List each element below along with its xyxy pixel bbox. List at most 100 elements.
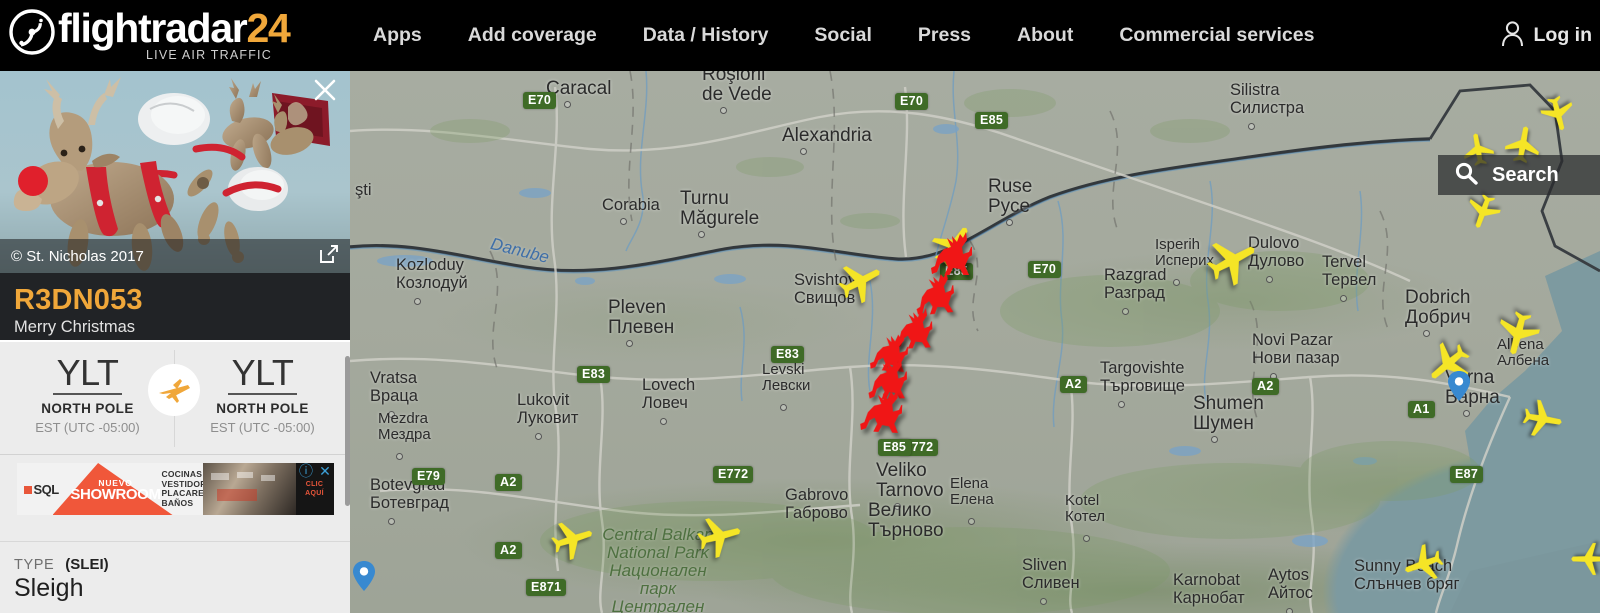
city-name-latin: Novi Pazar: [1252, 331, 1333, 349]
nav-item-about[interactable]: About: [994, 0, 1096, 71]
santa-sleigh-marker[interactable]: [930, 231, 972, 275]
city-dot: [388, 518, 395, 525]
city-name-cyrillic: de Vede: [702, 84, 772, 105]
city-label: Aytos Айтос: [1268, 566, 1313, 602]
city-dot: [1083, 535, 1090, 542]
aircraft-type-block: TYPE (SLEI) Sleigh: [0, 541, 350, 603]
login-button[interactable]: Log in: [1500, 0, 1600, 71]
city-name-cyrillic: Айтос: [1268, 584, 1314, 602]
search-input[interactable]: Search: [1438, 155, 1600, 195]
map-canvas[interactable]: şti Caracal Roşiorii de Vede Alexandria Corab…: [350, 71, 1600, 613]
aircraft-photo[interactable]: © St. Nicholas 2017: [0, 71, 350, 273]
road-badge: E70: [895, 93, 929, 110]
road-badge: E79: [412, 468, 446, 485]
advertisement[interactable]: SQL NUEVO SHOWROOM COCINAS VESTIDORES PL…: [0, 455, 350, 541]
ad-headline-large: SHOWROOM: [70, 486, 161, 503]
city-name-latin: Levski: [762, 361, 805, 378]
airplane-icon: [148, 364, 200, 416]
city-label: Lovech Ловеч: [642, 376, 695, 412]
city-name-cyrillic: Нови пазар: [1252, 349, 1340, 367]
city-dot: [564, 101, 571, 108]
ad-photo: [202, 463, 296, 515]
search-icon: [1454, 161, 1478, 190]
city-label: Targovishte Търговище: [1100, 359, 1185, 395]
city-label: Silistra Силистра: [1230, 81, 1304, 117]
city-label: Ruse Русе: [988, 177, 1032, 217]
site-header: flightradar24 LIVE AIR TRAFFIC Apps Add …: [0, 0, 1600, 71]
city-name-latin: Mezdra: [378, 410, 429, 427]
city-name-latin: Vratsa: [370, 369, 418, 387]
location-pin-airport[interactable]: [353, 561, 375, 591]
destination-name: NORTH POLE: [216, 401, 309, 416]
city-dot: [1006, 219, 1013, 226]
nav-item-press[interactable]: Press: [895, 0, 994, 71]
destination-code: YLT: [227, 354, 298, 395]
city-name-cyrillic: Ловеч: [642, 394, 688, 412]
flight-header: R3DN053 Merry Christmas: [0, 273, 350, 340]
city-name-cyrillic: Сливен: [1022, 574, 1080, 592]
user-icon: [1500, 20, 1525, 52]
sidebar-scrollbar[interactable]: [345, 356, 350, 506]
site-logo[interactable]: flightradar24 LIVE AIR TRAFFIC: [0, 0, 350, 71]
close-icon[interactable]: [312, 77, 338, 103]
city-name-latin: Ruse: [988, 176, 1033, 197]
city-dot: [1266, 276, 1273, 283]
city-label: Gabrovo Габрово: [785, 486, 848, 522]
external-link-icon[interactable]: [319, 244, 339, 269]
ad-banner[interactable]: SQL NUEVO SHOWROOM COCINAS VESTIDORES PL…: [16, 463, 334, 515]
city-dot: [1248, 123, 1255, 130]
city-dot: [720, 107, 727, 114]
city-dot: [698, 231, 705, 238]
flight-subtitle: Merry Christmas: [14, 318, 136, 336]
city-dot: [1340, 295, 1347, 302]
info-icon[interactable]: ⓘ: [299, 464, 314, 479]
origin-name: NORTH POLE: [41, 401, 134, 416]
ad-cta-line2: AQUÍ: [305, 490, 324, 497]
location-pin-varna[interactable]: [1448, 371, 1470, 401]
city-name-latin: Alexandria: [782, 125, 872, 146]
city-name-latin: Turnu: [680, 188, 729, 209]
city-label: Veliko Tarnovo: [876, 461, 944, 501]
city-name-cyrillic: Търново: [868, 520, 944, 541]
aircraft-marker[interactable]: [1570, 541, 1600, 578]
city-name-cyrillic: Котел: [1065, 508, 1106, 525]
city-label: Lukovit Луковит: [517, 391, 578, 427]
aircraft-marker[interactable]: [1519, 395, 1567, 443]
city-name-latin: Aytos: [1268, 566, 1309, 584]
route-destination[interactable]: YLT NORTH POLE EST (UTC -05:00): [175, 342, 350, 454]
city-label: Razgrad Разград: [1104, 266, 1166, 302]
city-name-latin: Lukovit: [517, 391, 570, 409]
city-label: Sliven Сливен: [1022, 556, 1080, 592]
city-label: Levski Левски: [762, 362, 810, 394]
nav-item-apps[interactable]: Apps: [350, 0, 445, 71]
city-dot: [968, 518, 975, 525]
city-label: Elena Елена: [950, 476, 994, 508]
nav-item-social[interactable]: Social: [791, 0, 894, 71]
city-name-latin: Gabrovo: [785, 486, 849, 504]
city-name-latin: Pleven: [608, 297, 667, 318]
nav-item-commercial-services[interactable]: Commercial services: [1096, 0, 1337, 71]
radar-logo-icon: [8, 8, 56, 56]
city-name-cyrillic: Tarnovo: [876, 480, 944, 501]
city-name-cyrillic: Габрово: [785, 504, 848, 522]
city-name-latin: Targovishte: [1100, 359, 1185, 377]
type-value: Sleigh: [14, 574, 84, 602]
ad-cta-line1: CLIC: [305, 481, 324, 488]
nav-item-add-coverage[interactable]: Add coverage: [445, 0, 620, 71]
login-label: Log in: [1533, 24, 1592, 46]
city-label: Велико Търново: [868, 501, 944, 541]
main-nav: Apps Add coverage Data / History Social …: [350, 0, 1337, 71]
city-dot: [660, 418, 667, 425]
close-icon[interactable]: ✕: [318, 464, 333, 479]
road-badge: A2: [495, 474, 522, 491]
city-label: Alexandria: [782, 126, 872, 146]
city-name-latin: Kozloduy: [396, 256, 464, 274]
nav-item-data-history[interactable]: Data / History: [620, 0, 792, 71]
city-name-cyrillic: Плевен: [608, 317, 675, 338]
city-name-cyrillic: Луковит: [517, 409, 579, 427]
flightradar24-page: flightradar24 LIVE AIR TRAFFIC Apps Add …: [0, 0, 1600, 613]
santa-sleigh-marker[interactable]: [859, 387, 904, 434]
city-dot: [1286, 608, 1293, 613]
origin-timezone: EST (UTC -05:00): [35, 420, 140, 435]
city-name-cyrillic: Силистра: [1230, 99, 1305, 117]
